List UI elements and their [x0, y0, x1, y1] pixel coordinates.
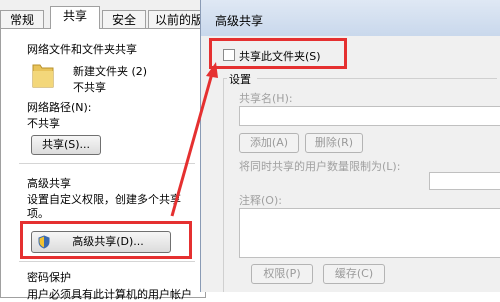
- highlight-box: [209, 38, 347, 69]
- advanced-sharing-heading: 高级共享: [27, 177, 71, 190]
- network-sharing-heading: 网络文件和文件夹共享: [27, 43, 137, 56]
- add-button[interactable]: 添加(A): [239, 133, 299, 153]
- highlight-box: [20, 221, 192, 259]
- network-path-value: 不共享: [27, 117, 60, 130]
- permissions-button[interactable]: 权限(P): [251, 264, 313, 284]
- divider: [19, 261, 195, 262]
- share-name-label: 共享名(H):: [239, 92, 293, 105]
- user-limit-label: 将同时共享的用户数量限制为(L):: [239, 160, 401, 173]
- tab-strip: 常规 共享 安全 以前的版: [0, 6, 215, 29]
- share-status: 不共享: [73, 81, 106, 94]
- dialog-title: 高级共享: [215, 14, 264, 28]
- title-bar: 高级共享: [201, 0, 500, 36]
- tab-general[interactable]: 常规: [0, 10, 44, 28]
- network-path-label: 网络路径(N):: [27, 101, 92, 114]
- password-protection-description: 用户必须具有此计算机的用户帐户: [27, 288, 192, 301]
- advanced-sharing-description: 设置自定义权限，创建多个共享: [27, 193, 181, 206]
- advanced-sharing-dialog: 高级共享 共享此文件夹(S) 设置 共享名(H): 添加(A) 删除(R) 将同…: [200, 0, 500, 292]
- password-protection-heading: 密码保护: [27, 271, 71, 284]
- comment-input[interactable]: [239, 208, 500, 258]
- folder-icon: [32, 64, 54, 88]
- remove-button[interactable]: 删除(R): [305, 133, 363, 153]
- folder-properties-dialog: 常规 共享 安全 以前的版 网络文件和文件夹共享 新建文件夹 (2) 不共享 网…: [0, 0, 215, 301]
- settings-group-label: 设置: [229, 73, 251, 86]
- user-limit-stepper[interactable]: [429, 172, 500, 190]
- share-name-input[interactable]: [239, 106, 500, 126]
- group-frame: [257, 78, 497, 79]
- advanced-sharing-description-cont: 项。: [27, 207, 49, 220]
- comment-label: 注释(O):: [239, 194, 282, 207]
- tab-security[interactable]: 安全: [102, 10, 146, 28]
- share-button[interactable]: 共享(S)...: [31, 135, 101, 155]
- tab-sharing[interactable]: 共享: [50, 6, 100, 29]
- folder-name: 新建文件夹 (2): [73, 65, 148, 78]
- group-frame: [223, 78, 224, 292]
- cache-button[interactable]: 缓存(C): [323, 264, 385, 284]
- divider: [19, 163, 195, 164]
